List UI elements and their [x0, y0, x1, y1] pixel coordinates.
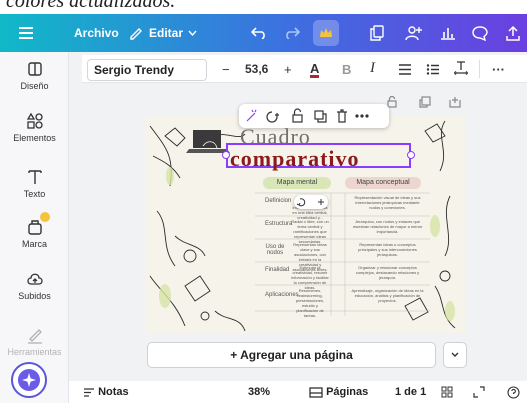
row-label: Uso de nodos [265, 244, 285, 256]
table-cell: Jerárquica, con nodos y enlaces que mues… [352, 219, 423, 234]
font-size-field[interactable]: 53,6 [245, 62, 268, 76]
edit-pencil-icon [129, 26, 143, 40]
edit-label: Editar [149, 26, 184, 40]
upload-icon[interactable] [506, 14, 520, 52]
page-counter: 1 de 1 [395, 386, 427, 398]
table-cell: Representan ideas o conceptos principale… [358, 242, 417, 257]
share-people-icon[interactable] [405, 14, 423, 52]
text-color-button[interactable]: A [310, 62, 320, 78]
italic-button[interactable]: I [370, 60, 375, 77]
sidebar-item-text[interactable]: Texto [0, 168, 69, 199]
caption-text: colores actualizados. [6, 0, 176, 12]
sidebar-item-brand[interactable]: Marca [0, 212, 69, 249]
add-page-options-button[interactable] [443, 342, 467, 368]
resize-handle-left[interactable] [222, 151, 230, 159]
grid-view-icon[interactable] [441, 386, 453, 401]
sidebar-item-label: Diseño [20, 81, 49, 91]
toolbar-divider [479, 60, 480, 78]
duplicate-page-icon[interactable] [419, 95, 431, 113]
list-icon[interactable] [426, 63, 440, 78]
copy-icon[interactable] [370, 14, 384, 52]
brand-icon [26, 212, 50, 236]
notes-button[interactable]: Notas [83, 386, 129, 398]
table-cell: Estimular la creatividad, resumir inform… [291, 265, 329, 290]
more-options-button[interactable]: ··· [492, 62, 505, 77]
spacing-icon[interactable] [453, 60, 469, 79]
table-cell: Aprendizaje, organización de ideas en la… [351, 288, 424, 303]
sparkle-icon [18, 369, 40, 391]
sidebar-item-design[interactable]: Diseño [0, 60, 69, 91]
chevron-down-icon [188, 30, 197, 36]
hamburger-icon[interactable] [19, 14, 33, 52]
row-label: Aplicaciones [265, 292, 299, 298]
notes-icon [84, 387, 94, 397]
crown-badge-icon [39, 212, 50, 222]
table-cell: Radial o libre, con un tema central y ra… [291, 219, 329, 244]
magic-assistant-button[interactable] [11, 362, 47, 398]
resize-handle-right[interactable] [407, 151, 415, 159]
title-line-2[interactable]: comparativo [230, 146, 360, 172]
zoom-level[interactable]: 38% [248, 386, 270, 398]
row-label: Definicion [265, 198, 292, 204]
fullscreen-icon[interactable] [473, 386, 485, 401]
bottom-bar: Notas 38% Páginas 1 de 1 [69, 381, 527, 403]
chart-icon[interactable] [440, 14, 456, 52]
decrease-font-button[interactable]: − [222, 62, 230, 77]
file-menu[interactable]: Archivo [74, 14, 119, 52]
sidebar-item-label: Texto [23, 189, 46, 199]
notes-label: Notas [98, 386, 129, 398]
sidebar-item-uploads[interactable]: Subidos [0, 270, 69, 301]
sidebar-item-label: Herramientas [7, 347, 62, 357]
align-icon[interactable] [398, 63, 412, 78]
table-cell: Resúmenes, brainstorming, presentaciones… [295, 288, 325, 318]
table-cell: Organizar y relacionar conceptos complej… [355, 265, 420, 280]
text-icon [26, 168, 44, 186]
edit-menu[interactable]: Editar [129, 14, 197, 52]
cloud-upload-icon [26, 270, 44, 288]
pages-icon [309, 386, 323, 398]
top-caption: colores actualizados. [0, 0, 527, 14]
increase-font-button[interactable]: + [284, 62, 292, 77]
element-controls[interactable] [294, 195, 328, 209]
add-page-button[interactable]: + Agregar una página [147, 342, 436, 368]
text-toolbar: Sergio Trendy − 53,6 + A B I ··· [82, 55, 527, 83]
sidebar-item-label: Marca [21, 239, 47, 249]
sidebar-item-elements[interactable]: Elementos [0, 112, 69, 143]
crown-icon[interactable] [313, 20, 339, 46]
undo-icon[interactable] [251, 14, 267, 52]
pen-icon [26, 326, 44, 344]
font-family-select[interactable]: Sergio Trendy [87, 59, 207, 81]
chevron-down-icon [451, 352, 459, 357]
top-bar: Archivo Editar [0, 14, 527, 52]
app-root: colores actualizados. Archivo Editar Dis… [0, 0, 527, 403]
comment-icon[interactable] [472, 14, 488, 52]
table-cell: Representación visual de ideas y sus int… [354, 195, 421, 210]
sidebar-item-label: Subidos [18, 291, 51, 301]
pages-label: Páginas [326, 386, 369, 398]
redo-icon[interactable] [284, 14, 300, 52]
layout-icon [26, 60, 44, 78]
shapes-icon [26, 112, 44, 130]
row-label: Estructura [265, 221, 293, 227]
sidebar-item-tools[interactable]: Herramientas [0, 326, 69, 357]
sidebar-item-label: Elementos [13, 133, 56, 143]
left-sidebar: Diseño Elementos Texto Marca Subidos Her… [0, 52, 69, 403]
bold-button[interactable]: B [342, 62, 351, 77]
pages-button[interactable]: Páginas [309, 386, 368, 398]
help-icon[interactable] [507, 386, 520, 402]
row-label: Finalidad [265, 267, 290, 273]
add-page-icon[interactable] [449, 95, 461, 113]
